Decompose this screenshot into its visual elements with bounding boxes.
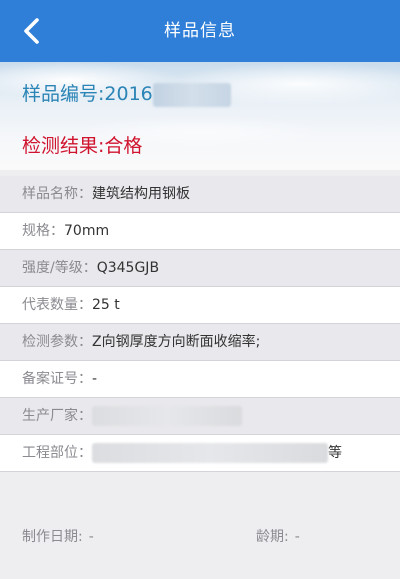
row-label: 代表数量： [22,297,92,313]
test-result-value: 合格 [104,135,143,157]
row-manufacturer: 生产厂家： [0,398,400,435]
row-sample-name: 样品名称：建筑结构用钢板 [0,176,400,213]
row-value: 等 [328,445,342,461]
row-value: 25 t [92,297,120,313]
row-label: 生产厂家： [22,408,92,424]
test-result: 检测结果:合格 [22,131,142,158]
row-quantity: 代表数量：25 t [0,287,400,324]
row-project-location: 工程部位： 等 [0,435,400,472]
row-label: 检测参数： [22,334,92,350]
row-label: 样品名称： [22,186,92,202]
navigation-bar: 样品信息 [0,0,400,62]
production-date-value: - [88,529,94,545]
row-label: 强度/等级： [22,260,97,276]
row-value: - [92,371,98,387]
row-value: 70mm [64,223,110,239]
row-label: 工程部位： [22,445,92,461]
redacted-manufacturer [92,406,242,426]
row-label: 备案证号： [22,371,92,387]
row-value: Q345GJB [96,260,160,276]
curing-age-value: - [294,529,300,545]
row-label: 规格： [22,223,64,239]
test-result-label: 检测结果: [22,135,105,157]
sample-number: 样品编号:2016 [22,79,231,107]
production-date: 制作日期: - [22,519,94,555]
row-specification: 规格：70mm [0,213,400,250]
sample-number-label: 样品编号: [22,83,105,105]
row-test-parameter: 检测参数：Z向钢厚度方向断面收缩率; [0,324,400,361]
redacted-project-location [92,443,328,463]
curing-age: 龄期: - [256,519,300,555]
page-title: 样品信息 [164,21,236,41]
row-record-number: 备案证号：- [0,361,400,398]
production-date-label: 制作日期: [22,529,83,545]
sample-number-value: 2016 [104,83,153,105]
row-value: Z向钢厚度方向断面收缩率; [92,334,261,350]
row-value: 建筑结构用钢板 [92,186,190,202]
info-list: 样品名称：建筑结构用钢板 规格：70mm 强度/等级：Q345GJB 代表数量：… [0,176,400,472]
curing-age-label: 龄期: [256,529,289,545]
row-strength-grade: 强度/等级：Q345GJB [0,250,400,287]
footer-info: 制作日期: - 龄期: - [0,519,400,555]
redacted-sample-number [152,82,231,107]
